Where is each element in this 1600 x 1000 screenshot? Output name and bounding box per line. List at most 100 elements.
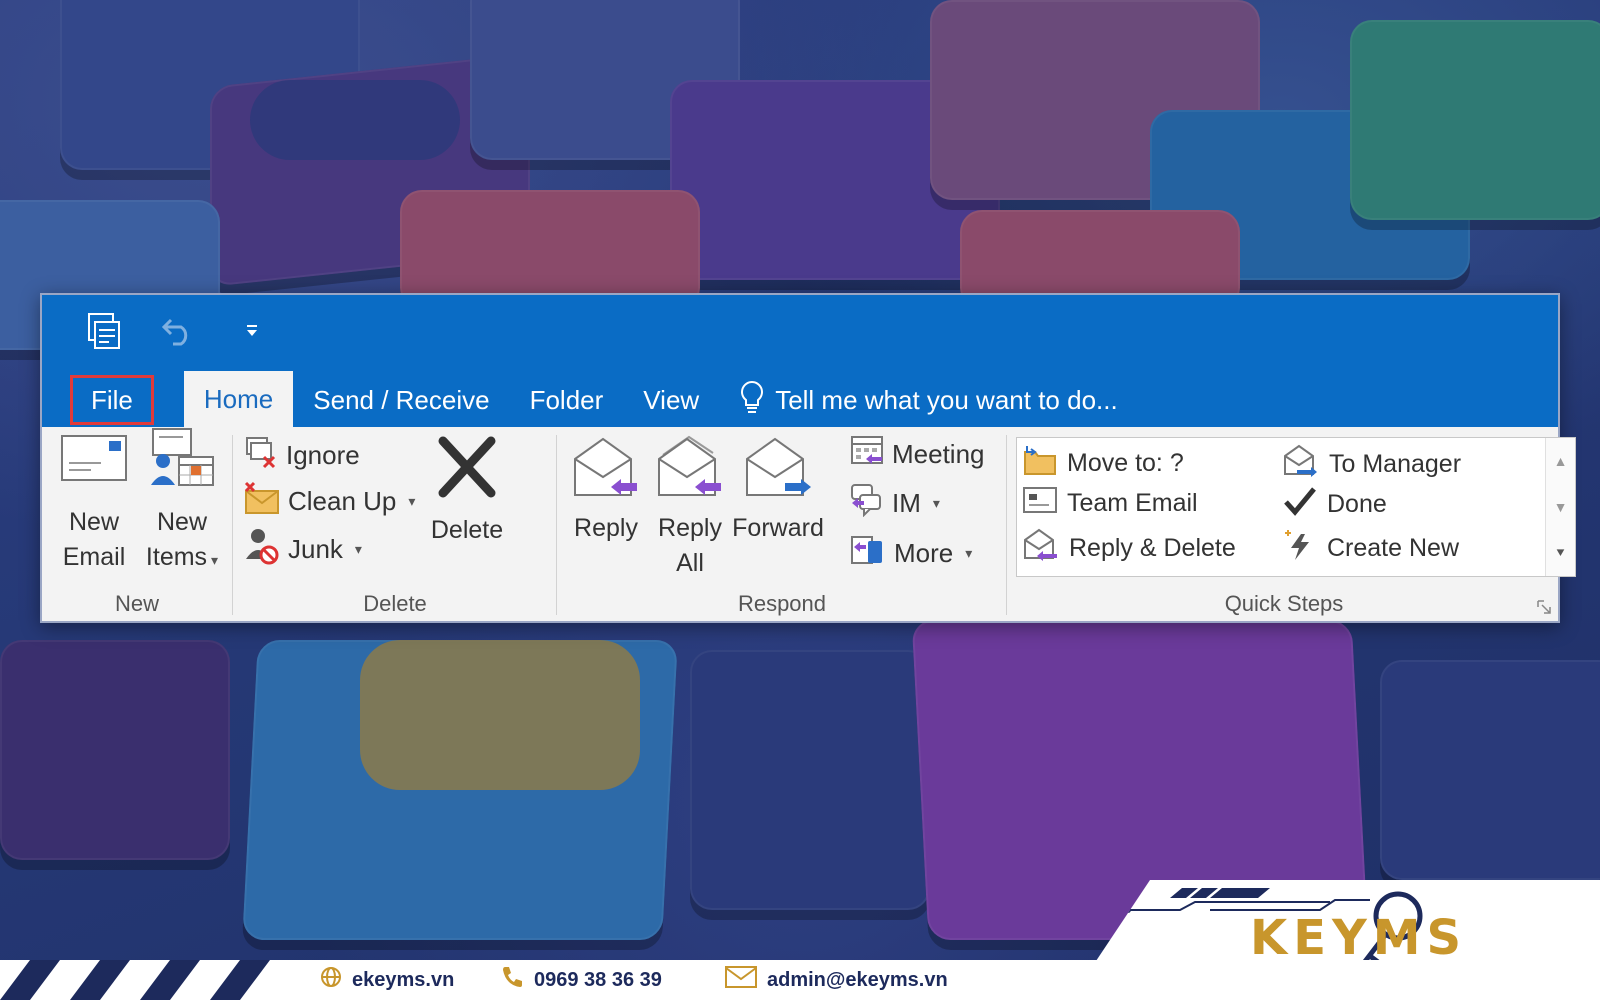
meeting-button[interactable]: Meeting (850, 435, 985, 474)
team-email-icon (1023, 486, 1057, 521)
bg-tile (250, 80, 460, 160)
globe-icon (320, 966, 342, 994)
bg-tile (1380, 660, 1600, 880)
lightbulb-icon (739, 380, 765, 421)
reply-all-button[interactable]: Reply All (642, 435, 738, 581)
quick-step-done[interactable]: Done (1283, 486, 1387, 523)
reply-all-label-1: Reply (658, 514, 722, 542)
phone-icon (500, 965, 524, 995)
quick-step-create-new[interactable]: Create New (1283, 528, 1459, 569)
to-manager-label: To Manager (1329, 450, 1462, 478)
ignore-icon (244, 435, 278, 476)
tab-folder[interactable]: Folder (510, 373, 624, 427)
gallery-expand-icon[interactable]: ⯆ (1546, 530, 1575, 576)
team-email-label: Team Email (1067, 489, 1198, 517)
ignore-label: Ignore (286, 440, 360, 470)
new-email-button[interactable]: New Email (54, 435, 134, 575)
group-delete: Ignore Clean Up ▾ Junk ▾ Delete Delete (234, 427, 556, 623)
junk-button[interactable]: Junk ▾ (244, 527, 362, 572)
group-separator (1006, 435, 1007, 615)
delete-button[interactable]: Delete (419, 435, 515, 548)
tab-view[interactable]: View (623, 373, 719, 427)
new-items-button[interactable]: New Items ▾ (142, 427, 222, 578)
quick-step-to-manager[interactable]: To Manager (1283, 444, 1461, 485)
forward-icon (743, 435, 813, 511)
im-icon (850, 483, 884, 524)
group-label-quick-steps: Quick Steps (1224, 591, 1344, 616)
website-text: ekeyms.vn (352, 968, 455, 991)
quick-steps-gallery: Move to: ? Team Email Reply & Delete To … (1016, 437, 1576, 577)
brand-logo: KEYMS (1250, 910, 1468, 966)
undo-icon[interactable] (156, 309, 200, 353)
quick-steps-scrollbar[interactable]: ▲ ▼ ⯆ (1545, 438, 1575, 576)
checkmark-icon (1283, 486, 1317, 523)
more-button[interactable]: More ▾ (850, 533, 972, 574)
group-label-respond: Respond (737, 591, 827, 616)
title-bar: File Home Send / Receive Folder View Tel… (42, 295, 1558, 427)
footer-email[interactable]: admin@ekeyms.vn (725, 960, 948, 1000)
dialog-launcher-icon[interactable] (1536, 599, 1552, 615)
forward-label: Forward (732, 514, 824, 542)
folder-move-icon (1023, 444, 1057, 483)
new-items-icon (147, 427, 217, 499)
im-label: IM (892, 488, 921, 518)
quick-step-team-email[interactable]: Team Email (1023, 486, 1198, 521)
reply-button[interactable]: Reply (558, 435, 654, 546)
tell-me-text: Tell me what you want to do... (775, 384, 1118, 415)
meeting-label: Meeting (892, 439, 985, 469)
bg-tile (360, 640, 640, 790)
customize-qat-icon[interactable] (230, 309, 274, 353)
reply-all-icon (655, 435, 725, 511)
footer-phone[interactable]: 0969 38 36 39 (500, 960, 662, 1000)
footer-website[interactable]: ekeyms.vn (320, 960, 454, 1000)
group-label-delete: Delete (363, 591, 427, 616)
forward-button[interactable]: Forward (728, 435, 828, 546)
outlook-ribbon-window: File Home Send / Receive Folder View Tel… (40, 293, 1576, 623)
new-email-icon (61, 435, 127, 491)
group-separator (556, 435, 557, 615)
mail-icon (725, 965, 757, 995)
ignore-button[interactable]: Ignore (244, 435, 360, 476)
junk-label: Junk (288, 534, 343, 564)
done-label: Done (1327, 490, 1387, 518)
bg-tile (0, 640, 230, 860)
footer-stripes (0, 960, 270, 1000)
move-to-label: Move to: ? (1067, 449, 1184, 477)
more-icon (850, 533, 886, 574)
quick-access-toolbar (82, 309, 274, 353)
chevron-down-icon: ▾ (354, 541, 362, 557)
clean-up-button[interactable]: Clean Up ▾ (244, 481, 415, 522)
footer-bar: ekeyms.vn 0969 38 36 39 admin@ekeyms.vn (0, 960, 1600, 1000)
new-items-label-1: New (156, 508, 207, 536)
tab-file[interactable]: File (70, 375, 154, 425)
reply-icon (571, 435, 641, 511)
new-email-label-2: Email (62, 543, 126, 571)
new-items-label-2: Items ▾ (145, 543, 219, 571)
group-quick-steps: Move to: ? Team Email Reply & Delete To … (1008, 427, 1576, 623)
chevron-down-icon: ▾ (408, 493, 416, 509)
quick-step-move-to[interactable]: Move to: ? (1023, 444, 1184, 483)
ribbon-home: New Email New Items ▾ New Ignore Clean U… (42, 427, 1576, 623)
junk-icon (244, 527, 280, 572)
new-email-label-1: New (68, 508, 119, 536)
send-receive-all-folders-icon[interactable] (82, 309, 126, 353)
clean-up-icon (244, 481, 280, 522)
delete-label: Delete (430, 516, 504, 544)
group-separator (232, 435, 233, 615)
im-button[interactable]: IM ▾ (850, 483, 940, 524)
scroll-down-icon[interactable]: ▼ (1546, 484, 1575, 530)
clean-up-label: Clean Up (288, 486, 397, 516)
reply-delete-label: Reply & Delete (1069, 534, 1236, 562)
scroll-up-icon[interactable]: ▲ (1546, 438, 1575, 484)
quick-step-reply-delete[interactable]: Reply & Delete (1023, 528, 1236, 569)
bg-tile (690, 650, 930, 910)
ribbon-tabs: File Home Send / Receive Folder View Tel… (70, 367, 1138, 427)
tab-home[interactable]: Home (183, 371, 294, 427)
group-new: New Email New Items ▾ New (42, 427, 232, 623)
tab-send-receive[interactable]: Send / Receive (293, 373, 509, 427)
group-label-new: New (114, 591, 159, 616)
meeting-icon (850, 435, 884, 474)
tell-me-search[interactable]: Tell me what you want to do... (719, 373, 1138, 427)
reply-all-label-2: All (676, 549, 704, 577)
group-respond: Reply Reply All Forward Meeting IM ▾ Mor… (558, 427, 1006, 623)
